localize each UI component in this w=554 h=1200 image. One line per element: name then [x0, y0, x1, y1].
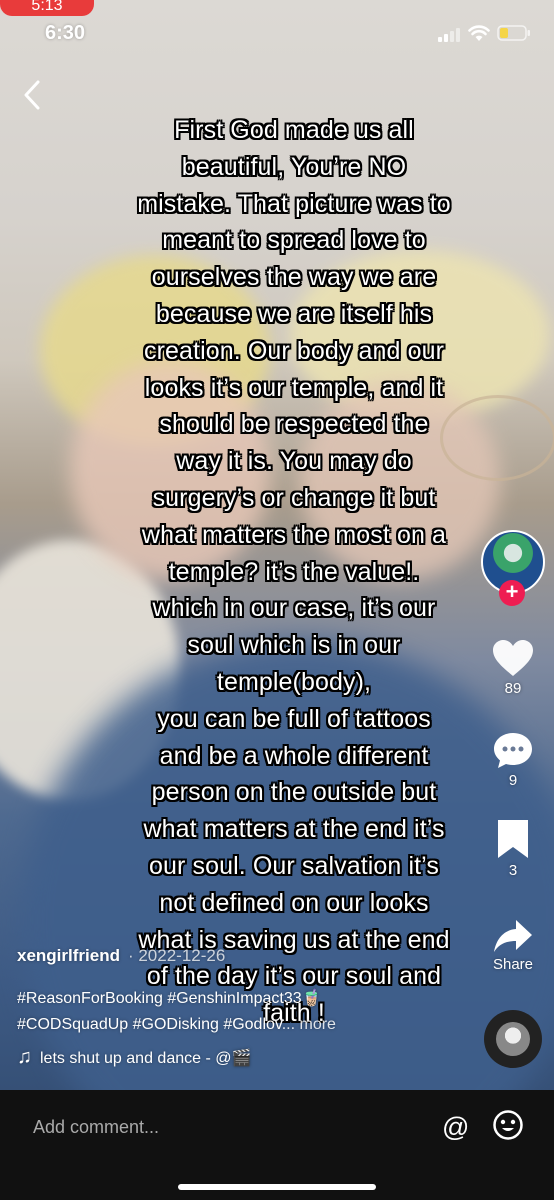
- video-screen[interactable]: 5:13 6:30 First God made us all beautifu…: [0, 0, 554, 1200]
- music-title[interactable]: lets shut up and dance - @🎬: [40, 1048, 251, 1068]
- creator-avatar-group[interactable]: +: [481, 530, 545, 606]
- save-button[interactable]: 3: [483, 818, 543, 879]
- comment-input[interactable]: Add comment...: [33, 1117, 159, 1138]
- previous-app-time-badge[interactable]: 5:13: [0, 0, 94, 16]
- creator-username[interactable]: xengirlfriend: [17, 946, 120, 965]
- back-button[interactable]: [18, 78, 48, 112]
- video-overlay-text: First God made us all beautiful, You’re …: [137, 116, 451, 1028]
- music-disc-cover: [496, 1022, 530, 1056]
- comment-button[interactable]: 9: [483, 730, 543, 789]
- comment-count: 9: [508, 772, 518, 789]
- smiley-icon[interactable]: [492, 1109, 524, 1141]
- share-button[interactable]: Share: [483, 918, 543, 973]
- more-link[interactable]: ... more: [282, 1016, 336, 1033]
- music-row[interactable]: ♫ lets shut up and dance - @🎬: [17, 1046, 251, 1069]
- like-button[interactable]: 89: [483, 638, 543, 697]
- wifi-icon: [468, 25, 490, 41]
- bookmark-icon: [498, 820, 528, 858]
- caption-hashtags[interactable]: #ReasonForBooking #GenshinImpact33🧋 #COD…: [17, 986, 457, 1038]
- save-count: 3: [508, 862, 518, 879]
- status-bar: 5:13 6:30: [0, 0, 554, 60]
- follow-button[interactable]: +: [499, 580, 525, 606]
- comment-bar: Add comment... @: [0, 1090, 554, 1200]
- share-arrow-icon: [494, 920, 532, 952]
- hashtags-line-1[interactable]: #ReasonForBooking #GenshinImpact33🧋: [17, 986, 457, 1012]
- hashtags-line-2[interactable]: #CODSquadUp #GODisking #Godlov: [17, 1016, 282, 1033]
- creator-username-row[interactable]: xengirlfriend · 2022-12-26: [17, 946, 225, 966]
- heart-icon: [493, 640, 533, 676]
- battery-icon: [497, 25, 530, 41]
- post-date: · 2022-12-26: [127, 946, 226, 965]
- music-note-icon: ♫: [17, 1046, 32, 1068]
- music-disc[interactable]: [484, 1010, 542, 1068]
- like-count: 89: [504, 680, 522, 697]
- status-time: 6:30: [45, 22, 86, 44]
- at-sign-icon[interactable]: @: [442, 1112, 469, 1143]
- signal-icon: [438, 28, 460, 42]
- speech-bubble-icon: [494, 733, 532, 768]
- home-indicator[interactable]: [178, 1184, 376, 1190]
- share-label: Share: [492, 956, 534, 973]
